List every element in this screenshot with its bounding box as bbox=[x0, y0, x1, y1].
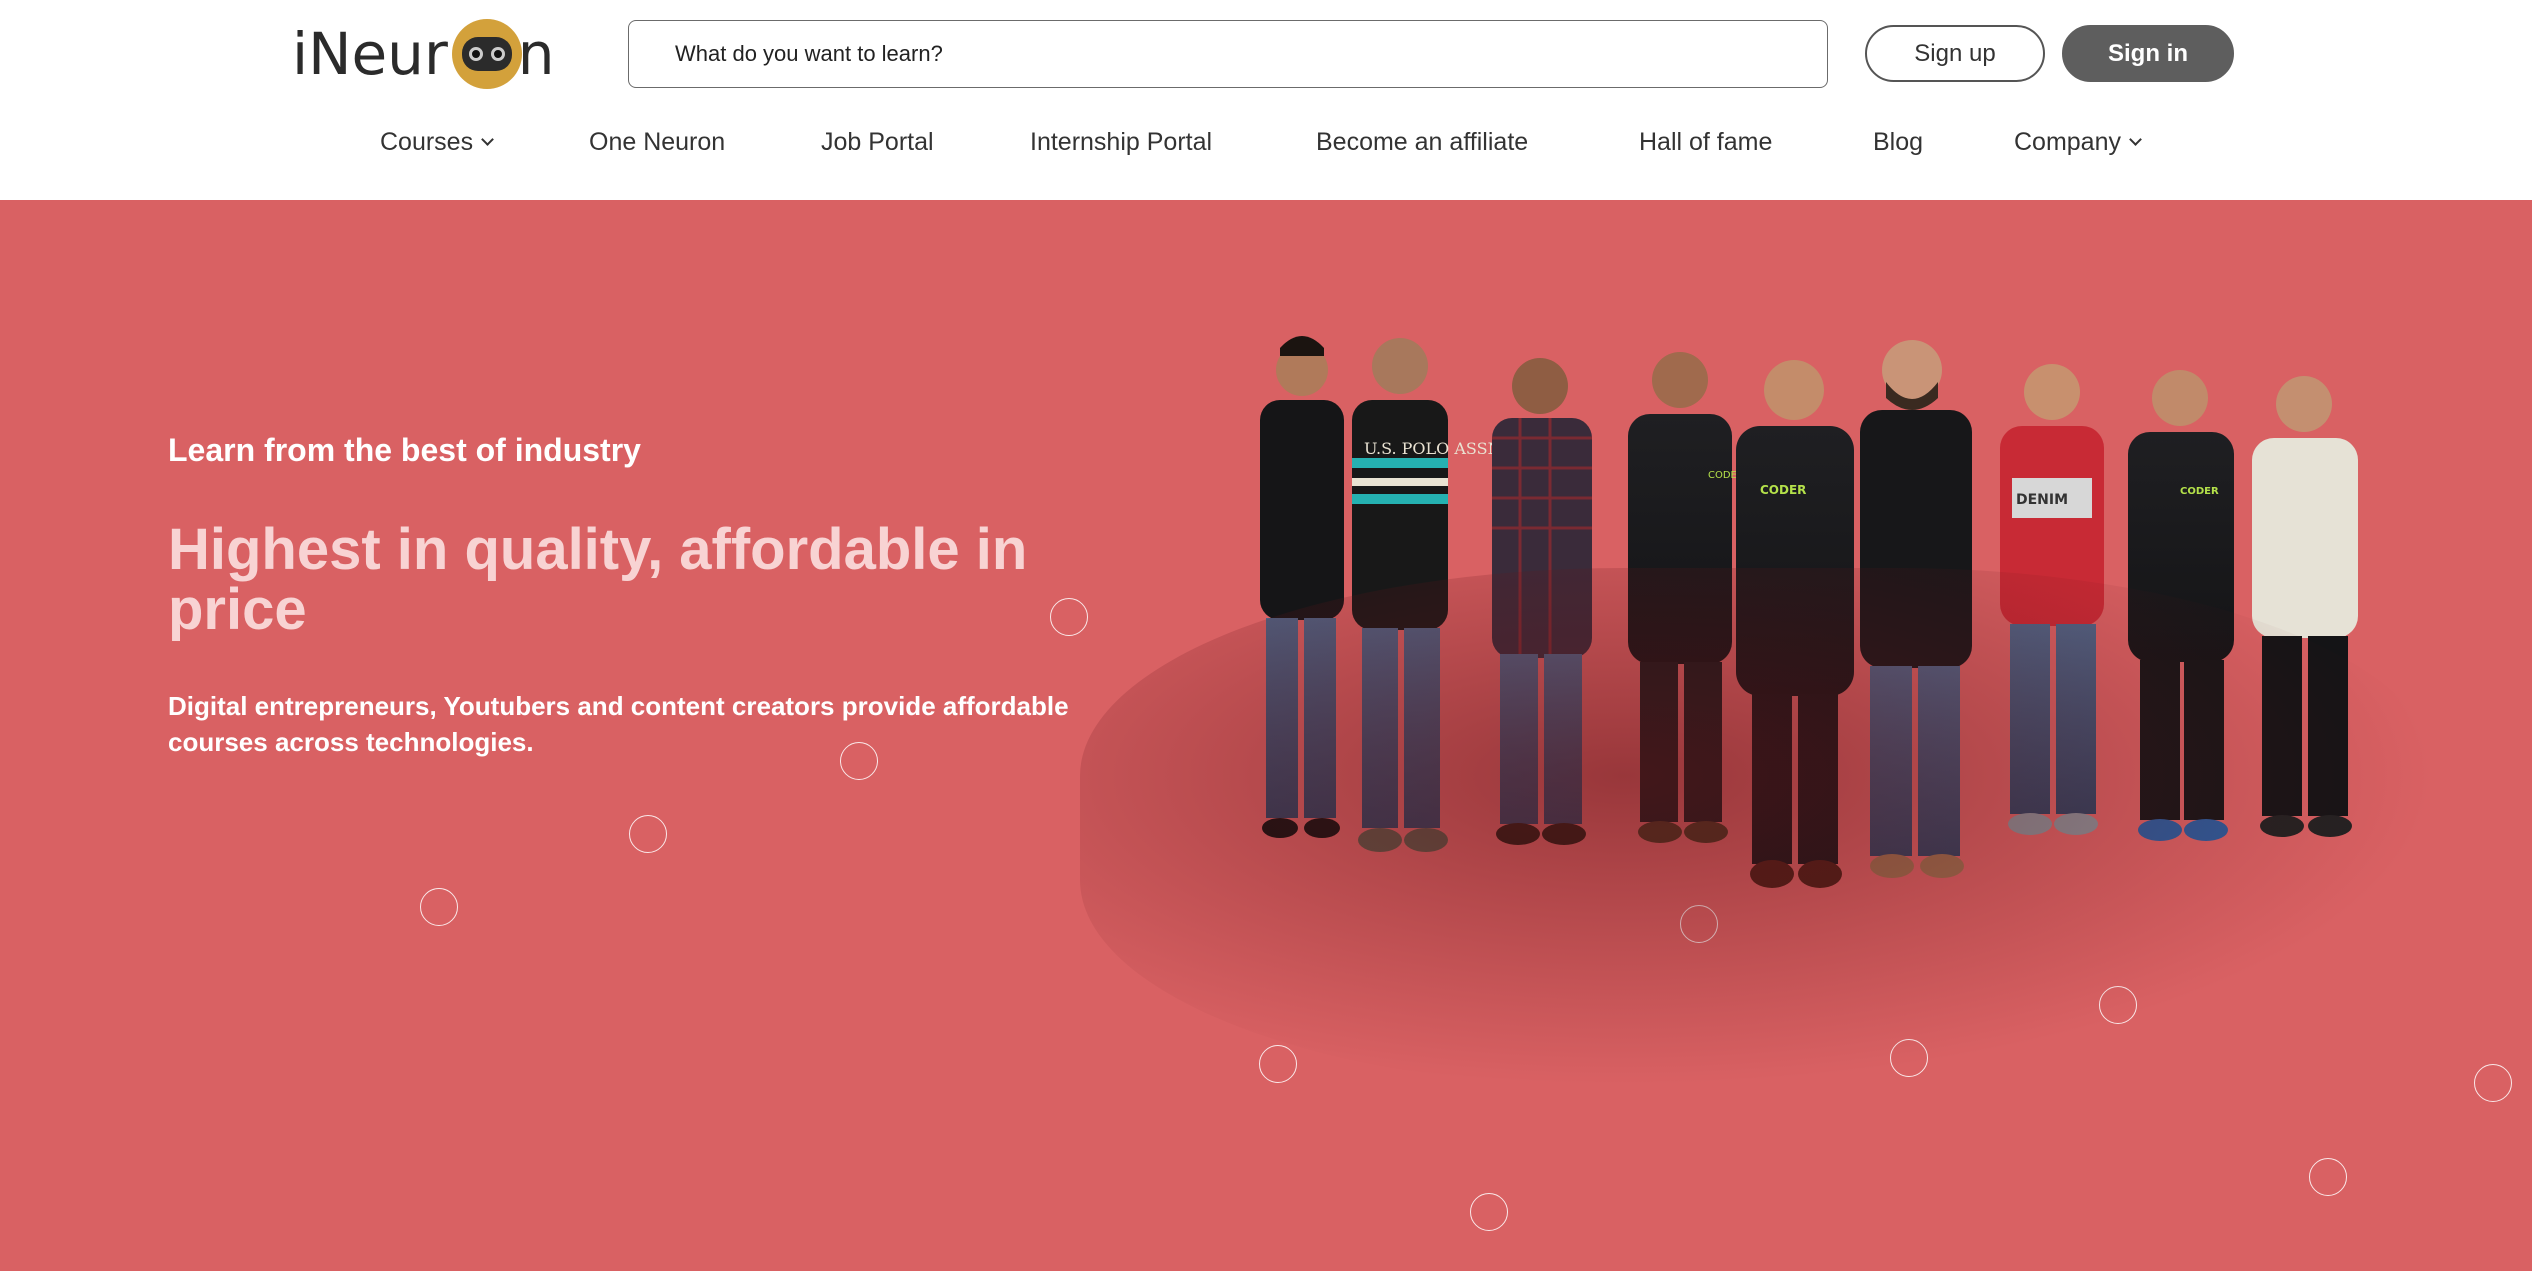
nav-item-label: Become an affiliate bbox=[1316, 128, 1529, 156]
sign-up-button[interactable]: Sign up bbox=[1865, 25, 2045, 82]
chevron-down-icon bbox=[2129, 133, 2142, 146]
team-photo: U.S. POLO ASSN CODER CODER DENIM CODER bbox=[1080, 318, 2480, 1178]
sign-in-button[interactable]: Sign in bbox=[2062, 25, 2234, 82]
decorative-bubble bbox=[420, 888, 458, 926]
nav-item-label: Company bbox=[2014, 128, 2121, 156]
shirt-text: U.S. POLO ASSN bbox=[1364, 439, 1502, 458]
nav-item-label: Job Portal bbox=[821, 128, 934, 156]
hero-headline: Highest in quality, affordable in price bbox=[168, 517, 1028, 642]
search-input[interactable] bbox=[675, 41, 1827, 67]
nav-item-hall-of-fame[interactable]: Hall of fame bbox=[1639, 128, 1772, 157]
nav-item-label: Courses bbox=[380, 128, 474, 156]
nav-item-blog[interactable]: Blog bbox=[1873, 128, 1923, 157]
chevron-down-icon bbox=[481, 133, 494, 146]
shirt-text: CODER bbox=[2180, 486, 2219, 497]
search-box[interactable] bbox=[628, 20, 1828, 88]
hero-section: Learn from the best of industry Highest … bbox=[0, 200, 2532, 1271]
photo-shadow bbox=[1080, 568, 2440, 1088]
nav-item-become-affiliate[interactable]: Become an affiliate bbox=[1316, 128, 1528, 157]
shirt-text: CODER bbox=[1760, 483, 1806, 497]
hero-description: Digital entrepreneurs, Youtubers and con… bbox=[168, 691, 1069, 757]
decorative-bubble bbox=[629, 815, 667, 853]
shirt-text: DENIM bbox=[2016, 492, 2068, 508]
nav-item-courses[interactable]: Courses bbox=[380, 128, 494, 157]
ineuron-logo[interactable]: iNeur n bbox=[292, 18, 555, 90]
nav-item-label: Hall of fame bbox=[1639, 128, 1773, 156]
decorative-bubble bbox=[1470, 1193, 1508, 1231]
nav-item-internship-portal[interactable]: Internship Portal bbox=[1030, 128, 1212, 157]
nav-item-one-neuron[interactable]: One Neuron bbox=[589, 128, 725, 157]
decorative-bubble bbox=[840, 742, 878, 780]
nav-item-label: Internship Portal bbox=[1030, 128, 1213, 156]
nav-item-label: Blog bbox=[1873, 128, 1924, 156]
nav-item-label: One Neuron bbox=[589, 128, 726, 156]
logo-text-end: n bbox=[517, 20, 555, 88]
nav-item-company[interactable]: Company bbox=[2014, 128, 2142, 157]
nav-item-job-portal[interactable]: Job Portal bbox=[821, 128, 934, 157]
hero-kicker: Learn from the best of industry bbox=[168, 432, 641, 468]
site-header: iNeur n Sign up Sign in Courses One Neur… bbox=[0, 0, 2532, 200]
main-nav: Courses One Neuron Job Portal Internship… bbox=[0, 128, 2532, 164]
robot-logo-icon bbox=[451, 19, 522, 89]
logo-text-start: iNeur bbox=[292, 20, 448, 88]
